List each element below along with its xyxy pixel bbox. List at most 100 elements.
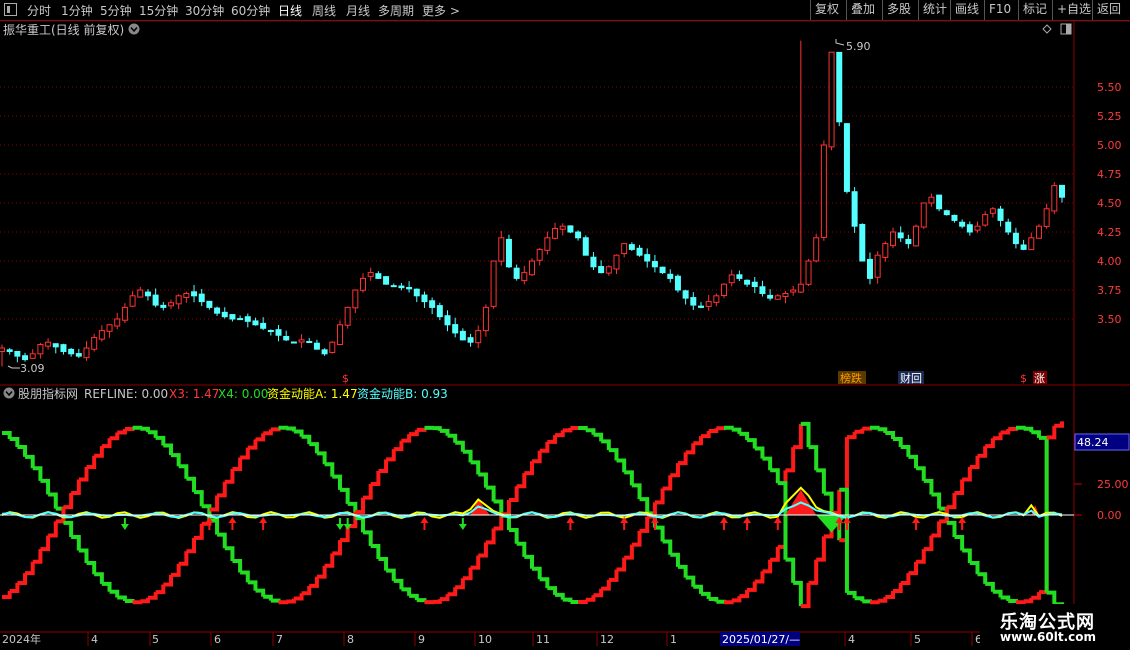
- upper-line-segment: [992, 589, 1003, 598]
- candle-body: [552, 228, 559, 239]
- upper-line-segment: [485, 528, 496, 545]
- price-tick: 5.25: [1097, 110, 1122, 123]
- upper-line-segment: [969, 561, 980, 575]
- lower-line-segment: [900, 573, 911, 586]
- kline-chart[interactable]: 振华重工(日线 前复权) 5.50 5.25 5.00 4.75 4.50 4.…: [0, 0, 1130, 650]
- dollar-marker[interactable]: $: [1020, 372, 1027, 385]
- title-dropdown-icon[interactable]: [128, 23, 140, 35]
- upper-line-segment: [232, 457, 243, 472]
- lower-line-segment: [178, 464, 189, 479]
- buy-arrow-head: [228, 517, 237, 523]
- upper-line-segment: [470, 555, 481, 570]
- diamond-icon[interactable]: [1042, 24, 1052, 34]
- high-arrow: [835, 39, 845, 46]
- upper-line-segment: [555, 430, 565, 438]
- lower-line-segment: [255, 588, 266, 597]
- candle-body: [498, 237, 505, 262]
- upper-line-segment: [524, 461, 534, 476]
- candle-body: [529, 260, 535, 276]
- lower-line-segment: [754, 446, 765, 459]
- lower-line-segment: [593, 588, 604, 598]
- upper-line-segment: [593, 432, 604, 442]
- upper-line-segment: [793, 423, 803, 450]
- lower-line-segment: [247, 580, 258, 591]
- candle-body: [383, 276, 390, 285]
- lower-line-segment: [48, 521, 58, 538]
- lower-line-segment: [1015, 425, 1026, 430]
- upper-line-segment: [762, 559, 773, 574]
- dollar-marker[interactable]: $: [342, 372, 349, 385]
- indicator-tick: 25.00: [1097, 478, 1129, 491]
- upper-line-segment: [700, 591, 711, 599]
- candle-body: [836, 51, 843, 123]
- candle-body: [52, 343, 59, 348]
- cai-hui-marker[interactable]: 财回: [900, 371, 922, 385]
- lower-line-segment: [616, 557, 627, 572]
- upper-line-segment: [808, 445, 819, 471]
- buy-arrow-head: [259, 517, 268, 523]
- upper-line-segment: [186, 537, 197, 554]
- lower-line-segment: [808, 559, 819, 585]
- candle-body: [198, 293, 205, 303]
- candle-body: [913, 225, 920, 247]
- upper-line-segment: [854, 428, 865, 434]
- lower-line-segment: [601, 579, 611, 591]
- upper-line-segment: [9, 436, 20, 447]
- lower-line-segment: [155, 435, 166, 446]
- indicator-current-value: 48.24: [1077, 436, 1109, 449]
- upper-line-segment: [78, 548, 89, 564]
- candle-body: [920, 202, 927, 228]
- upper-line-segment: [770, 546, 780, 562]
- lower-line-segment: [101, 438, 112, 449]
- candle-body: [144, 291, 151, 297]
- lower-line-segment: [608, 569, 619, 582]
- lower-line-segment: [662, 475, 673, 491]
- upper-line-segment: [140, 597, 150, 604]
- candle-body: [774, 295, 781, 300]
- upper-line-segment: [900, 444, 911, 457]
- upper-line-segment: [401, 587, 412, 596]
- sell-arrow-head: [335, 524, 344, 530]
- candle-body: [459, 330, 466, 341]
- lower-line-segment: [386, 449, 396, 462]
- price-tick: 3.50: [1097, 313, 1122, 326]
- candle-body: [659, 266, 666, 274]
- candle-body: [267, 329, 274, 332]
- candle-body: [936, 194, 943, 210]
- candle-body: [29, 353, 36, 359]
- price-grid: [0, 86, 1074, 320]
- upper-line-segment: [324, 462, 335, 477]
- x-cursor-label: 2025/01/27/—: [722, 633, 800, 646]
- lower-line-segment: [324, 553, 335, 568]
- candle-body: [782, 292, 789, 297]
- candle-body: [690, 297, 697, 306]
- candle-body: [398, 285, 405, 289]
- candle-body: [406, 286, 413, 290]
- upper-line-segment: [2, 430, 12, 439]
- zhang-marker[interactable]: 涨: [1034, 372, 1045, 385]
- upper-line-segment: [240, 447, 250, 460]
- lower-line-segment: [578, 599, 588, 605]
- upper-line-segment: [432, 599, 442, 604]
- upper-line-segment: [962, 548, 972, 564]
- lower-line-segment: [700, 431, 711, 439]
- candle-body: [966, 224, 973, 233]
- upper-line-segment: [601, 439, 611, 451]
- upper-line-segment: [708, 596, 719, 602]
- lower-line-segment: [985, 438, 995, 449]
- bang-die-marker[interactable]: 榜跌: [840, 371, 862, 385]
- lower-line-segment: [224, 546, 235, 561]
- upper-line-segment: [585, 428, 596, 435]
- candle-body: [736, 274, 743, 279]
- upper-line-segment: [1000, 595, 1011, 602]
- candle-body: [1028, 237, 1035, 251]
- candle-body: [298, 339, 305, 343]
- candle-body: [14, 350, 21, 357]
- candle-body: [1043, 208, 1050, 227]
- x-label: 11: [536, 633, 550, 646]
- indicator-dropdown-icon[interactable]: [3, 387, 15, 399]
- price-tick: 5.50: [1097, 81, 1122, 94]
- lower-line-segment: [416, 427, 427, 432]
- candle-body: [175, 295, 182, 305]
- lower-line-segment: [877, 597, 888, 603]
